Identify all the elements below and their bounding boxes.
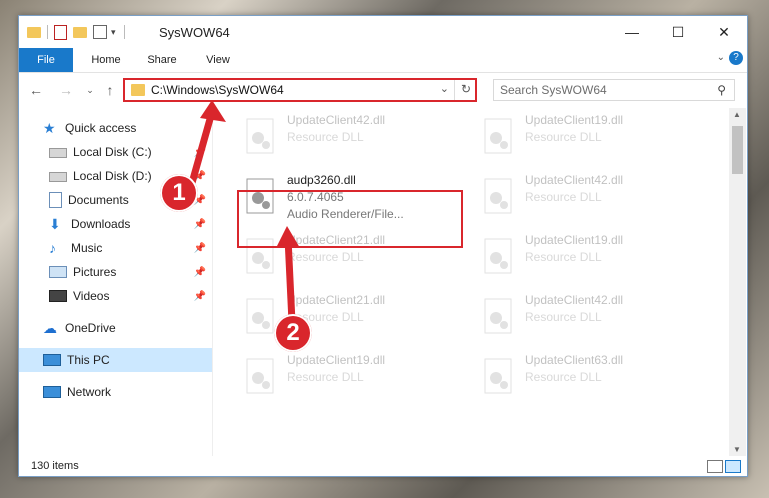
arrow-1-head-icon — [200, 100, 226, 122]
annotation-overlay — [186, 100, 300, 323]
arrow-2-head-icon — [276, 226, 300, 248]
step-1-badge: 1 — [160, 174, 198, 212]
step-2-badge: 2 — [274, 314, 312, 352]
arrow-2 — [284, 237, 296, 323]
arrow-1 — [186, 111, 216, 191]
